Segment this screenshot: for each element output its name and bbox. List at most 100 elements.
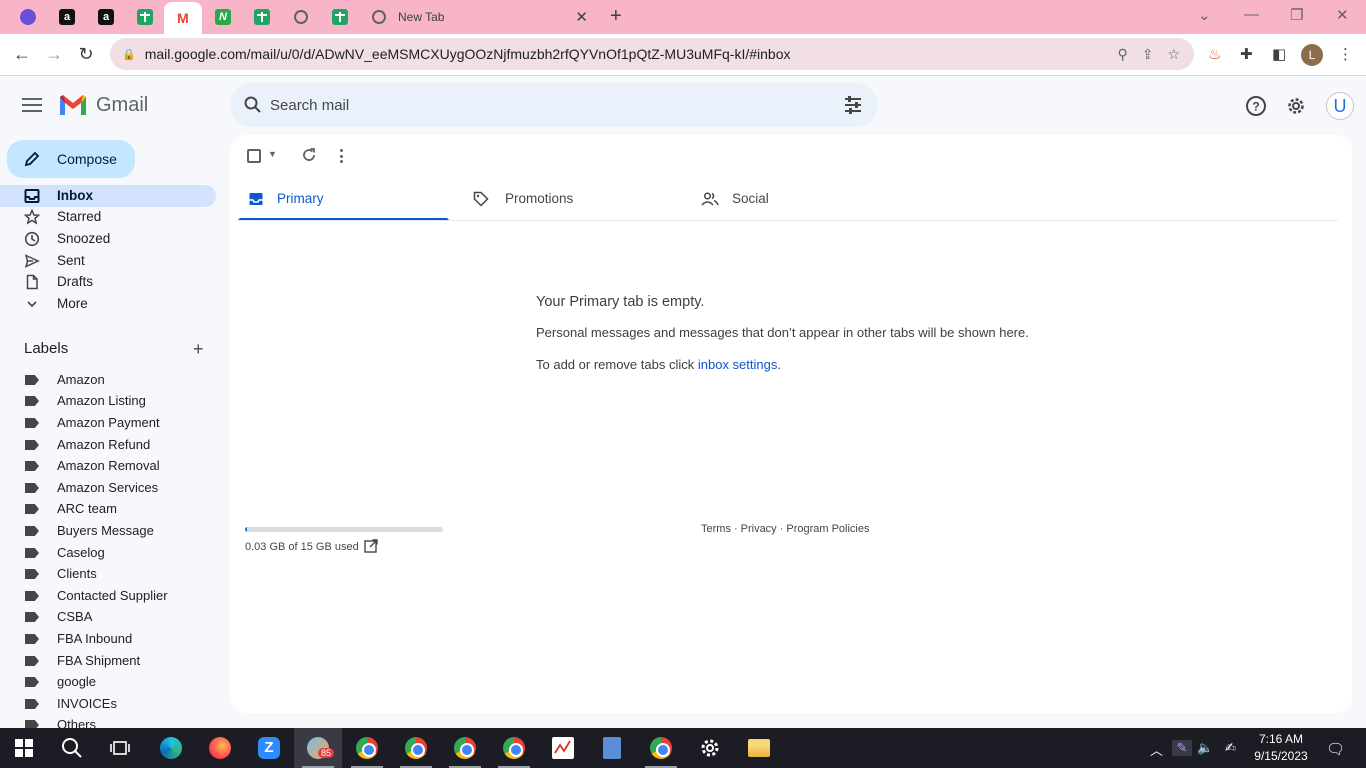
label-item[interactable]: Buyers Message <box>0 521 216 541</box>
notifications-icon[interactable]: 🗨 <box>1326 740 1345 758</box>
refresh-icon[interactable] <box>301 147 317 163</box>
label-item[interactable]: Amazon Services <box>0 478 216 498</box>
start-button[interactable] <box>0 728 48 768</box>
new-tab-button[interactable]: + <box>610 5 622 28</box>
sidebar-item-inbox[interactable]: Inbox <box>0 185 216 207</box>
tab-globe[interactable] <box>282 4 320 30</box>
taskbar-calculator[interactable] <box>588 728 636 768</box>
compose-button[interactable]: Compose <box>7 140 135 178</box>
task-view-button[interactable] <box>96 728 144 768</box>
search-icon[interactable] <box>244 96 262 114</box>
extension-fire-icon[interactable]: ♨ <box>1208 45 1221 63</box>
zoom-icon[interactable]: ⚲ <box>1117 46 1127 63</box>
inbox-settings-link[interactable]: inbox settings <box>698 357 778 372</box>
people-icon <box>701 192 719 206</box>
address-bar[interactable]: 🔒 mail.google.com/mail/u/0/d/ADwNV_eeMSM… <box>110 38 1194 70</box>
sidebar-item-more[interactable]: More <box>0 293 216 315</box>
taskbar-search-button[interactable] <box>48 728 96 768</box>
volume-icon[interactable]: 🔈 <box>1197 740 1213 756</box>
select-all-checkbox[interactable] <box>247 149 261 163</box>
search-options-icon[interactable] <box>844 96 862 114</box>
account-avatar[interactable]: U <box>1326 92 1354 120</box>
tab-sheets-2[interactable] <box>243 4 281 30</box>
main-menu-icon[interactable] <box>22 96 42 114</box>
restore-button[interactable]: ❐ <box>1290 6 1303 24</box>
close-window-button[interactable]: ✕ <box>1336 6 1349 24</box>
terms-link[interactable]: Terms <box>701 523 731 535</box>
share-icon[interactable]: ⇪ <box>1142 46 1154 63</box>
sidebar-item-sent[interactable]: Sent <box>0 250 216 272</box>
minimize-button[interactable]: — <box>1244 6 1259 23</box>
taskbar-chrome-3[interactable] <box>441 728 489 768</box>
tab-search-chevron-icon[interactable]: ⌄ <box>1198 6 1211 24</box>
url-text[interactable]: mail.google.com/mail/u/0/d/ADwNV_eeMSMCX… <box>145 46 1118 62</box>
create-label-plus-icon[interactable]: + <box>193 339 204 360</box>
tab-new-tab[interactable]: New Tab ✕ <box>360 4 598 30</box>
label-item[interactable]: CSBA <box>0 607 216 627</box>
side-panel-icon[interactable]: ◧ <box>1272 45 1286 63</box>
lock-icon[interactable]: 🔒 <box>122 48 136 61</box>
label-item[interactable]: Caselog <box>0 543 216 563</box>
pen-tray-icon[interactable]: ✎ <box>1172 740 1192 756</box>
search-bar[interactable] <box>230 83 878 127</box>
close-tab-icon[interactable]: ✕ <box>575 8 588 26</box>
label-item[interactable]: Amazon Listing <box>0 391 216 411</box>
help-icon[interactable]: ? <box>1245 95 1267 117</box>
sidebar-item-drafts[interactable]: Drafts <box>0 271 216 293</box>
taskbar-notes-app[interactable]: 85 <box>294 728 342 768</box>
pen-workspace-icon[interactable]: ✍ <box>1225 740 1236 756</box>
tab-amazon-2[interactable]: a <box>87 4 125 30</box>
chrome-icon <box>503 737 525 759</box>
sidebar-item-starred[interactable]: Starred <box>0 206 216 228</box>
taskbar-zoom-app[interactable]: Z <box>245 728 293 768</box>
program-policies-link[interactable]: Program Policies <box>786 523 869 535</box>
tab-promotions[interactable]: Promotions <box>463 179 674 221</box>
back-button[interactable]: ← <box>11 44 33 65</box>
taskbar-chrome-1[interactable] <box>343 728 391 768</box>
tab-gmail[interactable]: M <box>164 2 202 34</box>
browser-menu-icon[interactable]: ⋮ <box>1338 45 1353 63</box>
sidebar-item-snoozed[interactable]: Snoozed <box>0 228 216 250</box>
gmail-logo-icon[interactable] <box>58 93 88 117</box>
more-options-icon[interactable] <box>340 149 344 163</box>
search-input[interactable] <box>270 91 830 119</box>
browser-profile-avatar[interactable]: L <box>1301 44 1323 66</box>
taskbar-edge[interactable] <box>147 728 195 768</box>
label-item[interactable]: Amazon Refund <box>0 435 216 455</box>
privacy-link[interactable]: Privacy <box>741 523 777 535</box>
label-item[interactable]: Amazon Removal <box>0 456 216 476</box>
label-item[interactable]: Contacted Supplier <box>0 586 216 606</box>
tab-sheets-3[interactable] <box>321 4 359 30</box>
label-item[interactable]: Amazon Payment <box>0 413 216 433</box>
label-item[interactable]: INVOICEs <box>0 694 216 714</box>
open-external-icon[interactable] <box>364 539 378 553</box>
label-item[interactable]: Amazon <box>0 370 216 390</box>
taskbar-chrome-4[interactable] <box>490 728 538 768</box>
tab-social[interactable]: Social <box>691 179 902 221</box>
tab-sheets[interactable] <box>126 4 164 30</box>
taskbar-chrome-2[interactable] <box>392 728 440 768</box>
label-item[interactable]: ARC team <box>0 499 216 519</box>
settings-gear-icon[interactable] <box>1285 95 1307 117</box>
taskbar-firefox[interactable] <box>196 728 244 768</box>
label-item[interactable]: FBA Shipment <box>0 651 216 671</box>
taskbar-stocks-app[interactable] <box>539 728 587 768</box>
label-item[interactable]: Clients <box>0 564 216 584</box>
select-dropdown-caret-icon[interactable]: ▼ <box>268 149 277 159</box>
clock[interactable]: 7:16 AM 9/15/2023 <box>1252 731 1310 765</box>
tab-primary[interactable]: Primary <box>238 179 449 221</box>
tab-amazon[interactable]: a <box>48 4 86 30</box>
label-item[interactable]: FBA Inbound <box>0 629 216 649</box>
extensions-puzzle-icon[interactable]: ✚ <box>1240 45 1253 63</box>
tab-purple-app[interactable] <box>9 4 47 30</box>
forward-button[interactable]: → <box>43 44 65 65</box>
bookmark-star-icon[interactable]: ☆ <box>1167 46 1180 63</box>
gmail-wordmark[interactable]: Gmail <box>96 94 148 117</box>
taskbar-chrome-5[interactable] <box>637 728 685 768</box>
show-hidden-icons-chevron[interactable]: ︿ <box>1150 740 1163 759</box>
taskbar-settings[interactable] <box>686 728 734 768</box>
taskbar-file-explorer[interactable] <box>735 728 783 768</box>
label-item[interactable]: google <box>0 672 216 692</box>
reload-button[interactable]: ↻ <box>75 44 97 65</box>
tab-wn[interactable]: N <box>204 4 242 30</box>
